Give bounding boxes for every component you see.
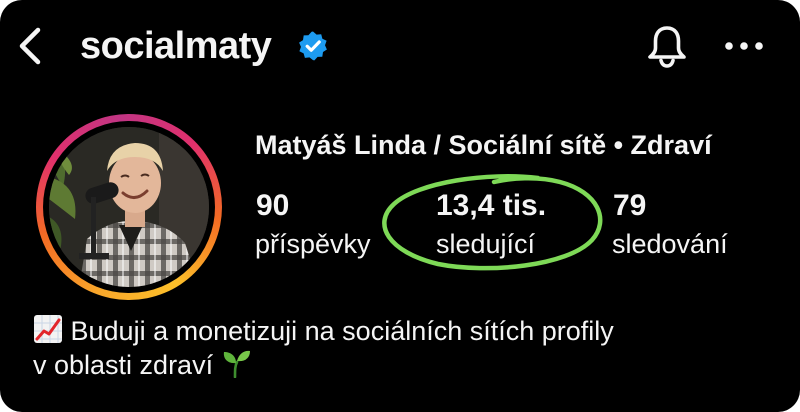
bio: Buduji a monetizuji na sociálních sítích…	[33, 314, 773, 382]
verified-badge-icon	[299, 31, 327, 61]
chevron-left-icon	[19, 27, 41, 65]
username: socialmaty	[80, 25, 272, 67]
more-options-button[interactable]	[722, 34, 766, 58]
stat-following-value: 79	[613, 189, 647, 222]
bio-text-line-1: Buduji a monetizuji na sociálních sítích…	[70, 316, 614, 346]
stat-following-label: sledování	[612, 229, 728, 259]
more-horizontal-icon	[725, 42, 763, 50]
stat-posts-value: 90	[256, 189, 290, 222]
full-name: Matyáš Linda / Sociální sítě • Zdraví	[255, 130, 712, 160]
bio-line-2: v oblasti zdraví	[33, 348, 773, 382]
back-button[interactable]	[14, 24, 50, 68]
seedling-icon	[223, 350, 250, 378]
stat-followers-value: 13,4 tis.	[436, 189, 547, 222]
stat-posts-label: příspěvky	[255, 229, 371, 259]
stat-followers-label: sledující	[436, 229, 536, 259]
chart-increasing-icon	[34, 315, 62, 343]
profile-photo	[49, 127, 209, 287]
bell-icon	[648, 26, 686, 68]
bio-line-1: Buduji a monetizuji na sociálních sítích…	[33, 314, 773, 348]
bio-text-line-2: v oblasti zdraví	[33, 350, 214, 380]
profile-screen: socialmaty Matyáš Linda / Sociální sítě …	[0, 0, 800, 412]
avatar[interactable]	[49, 127, 209, 287]
notifications-button[interactable]	[644, 22, 690, 70]
